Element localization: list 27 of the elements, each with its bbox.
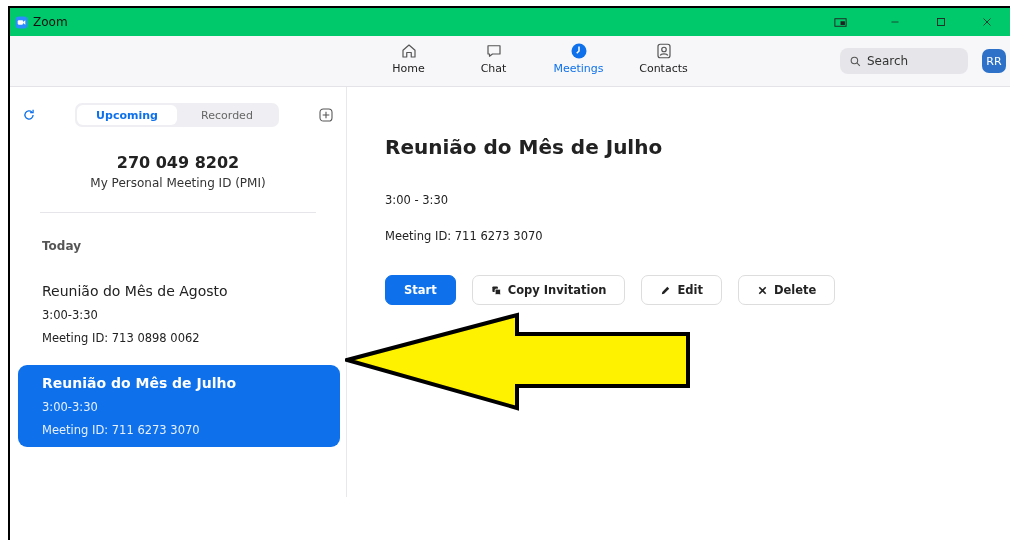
pmi-number: 270 049 8202 (115, 153, 241, 172)
nav-tab[interactable]: Home (366, 42, 451, 75)
section-heading: Today (42, 239, 82, 253)
window-title: Zoom (33, 15, 68, 29)
meeting-id: Meeting ID: 711 6273 3070 (42, 423, 201, 437)
meeting-time: 3:00-3:30 (42, 400, 99, 414)
action-button[interactable]: Copy Invitation (471, 275, 626, 305)
start-button[interactable]: Start (385, 275, 456, 305)
meeting-id: Meeting ID: 713 0898 0062 (42, 331, 201, 345)
pmi-label: My Personal Meeting ID (PMI) (89, 176, 267, 190)
tab[interactable]: Recorded (177, 105, 277, 125)
nav-tab[interactable]: Meetings (536, 42, 621, 75)
meeting-item[interactable]: Reunião do Mês de Agosto 3:00-3:30 Meeting ID: 713 0898 0062 (18, 273, 340, 355)
tab[interactable]: Upcoming (77, 105, 177, 125)
meeting-time: 3:00-3:30 (42, 308, 99, 322)
search-field[interactable]: Search (840, 48, 968, 74)
meeting-id: Meeting ID: 711 6273 3070 (385, 229, 544, 243)
meeting-time: 3:00 - 3:30 (385, 193, 450, 207)
meeting-title: Reunião do Mês de Julho (385, 135, 664, 159)
meeting-title: Reunião do Mês de Agosto (42, 283, 229, 299)
avatar[interactable]: RR (982, 49, 1006, 73)
meeting-item[interactable]: Reunião do Mês de Julho 3:00-3:30 Meeting ID: 711 6273 3070 (18, 365, 340, 447)
nav-tab[interactable]: Chat (451, 42, 536, 75)
nav-tab[interactable]: Contacts (621, 42, 706, 75)
meeting-title: Reunião do Mês de Julho (42, 375, 238, 391)
action-button[interactable]: Edit (641, 275, 722, 305)
action-button[interactable]: Delete (738, 275, 836, 305)
